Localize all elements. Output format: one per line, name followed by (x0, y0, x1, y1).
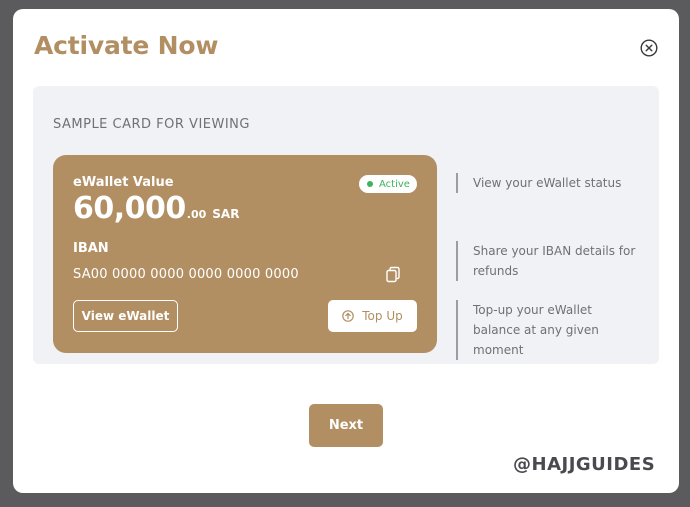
status-badge: Active (359, 175, 417, 193)
feature-topup: Top-up your eWallet balance at any given… (456, 300, 638, 360)
close-icon[interactable] (640, 39, 658, 57)
view-ewallet-button[interactable]: View eWallet (73, 300, 178, 332)
next-button[interactable]: Next (309, 404, 383, 447)
amount-currency: SAR (212, 207, 240, 221)
top-up-label: Top Up (362, 309, 403, 323)
ewallet-amount: 60,000.00 SAR (73, 191, 239, 226)
watermark-text: @HAJJGUIDES (513, 454, 656, 475)
top-up-button[interactable]: Top Up (328, 300, 417, 332)
arrow-up-circle-icon (342, 310, 355, 322)
copy-icon[interactable] (385, 266, 401, 284)
iban-number: SA00 0000 0000 0000 0000 0000 (73, 267, 299, 282)
sample-card-label: SAMPLE CARD FOR VIEWING (53, 117, 250, 132)
status-text: Active (379, 178, 410, 190)
ewallet-value-label: eWallet Value (73, 175, 174, 190)
status-dot-icon (367, 181, 373, 187)
feature-iban: Share your IBAN details for refunds (456, 241, 638, 281)
modal-title: Activate Now (34, 31, 219, 60)
activate-modal: Activate Now SAMPLE CARD FOR VIEWING eWa… (13, 9, 679, 493)
ewallet-card: eWallet Value Active 60,000.00 SAR IBAN S… (53, 155, 437, 353)
sample-card-panel: SAMPLE CARD FOR VIEWING eWallet Value Ac… (33, 86, 659, 364)
amount-integer: 60,000 (73, 191, 186, 226)
feature-status: View your eWallet status (456, 173, 638, 193)
iban-label: IBAN (73, 241, 109, 256)
amount-decimal: .00 (186, 208, 207, 221)
